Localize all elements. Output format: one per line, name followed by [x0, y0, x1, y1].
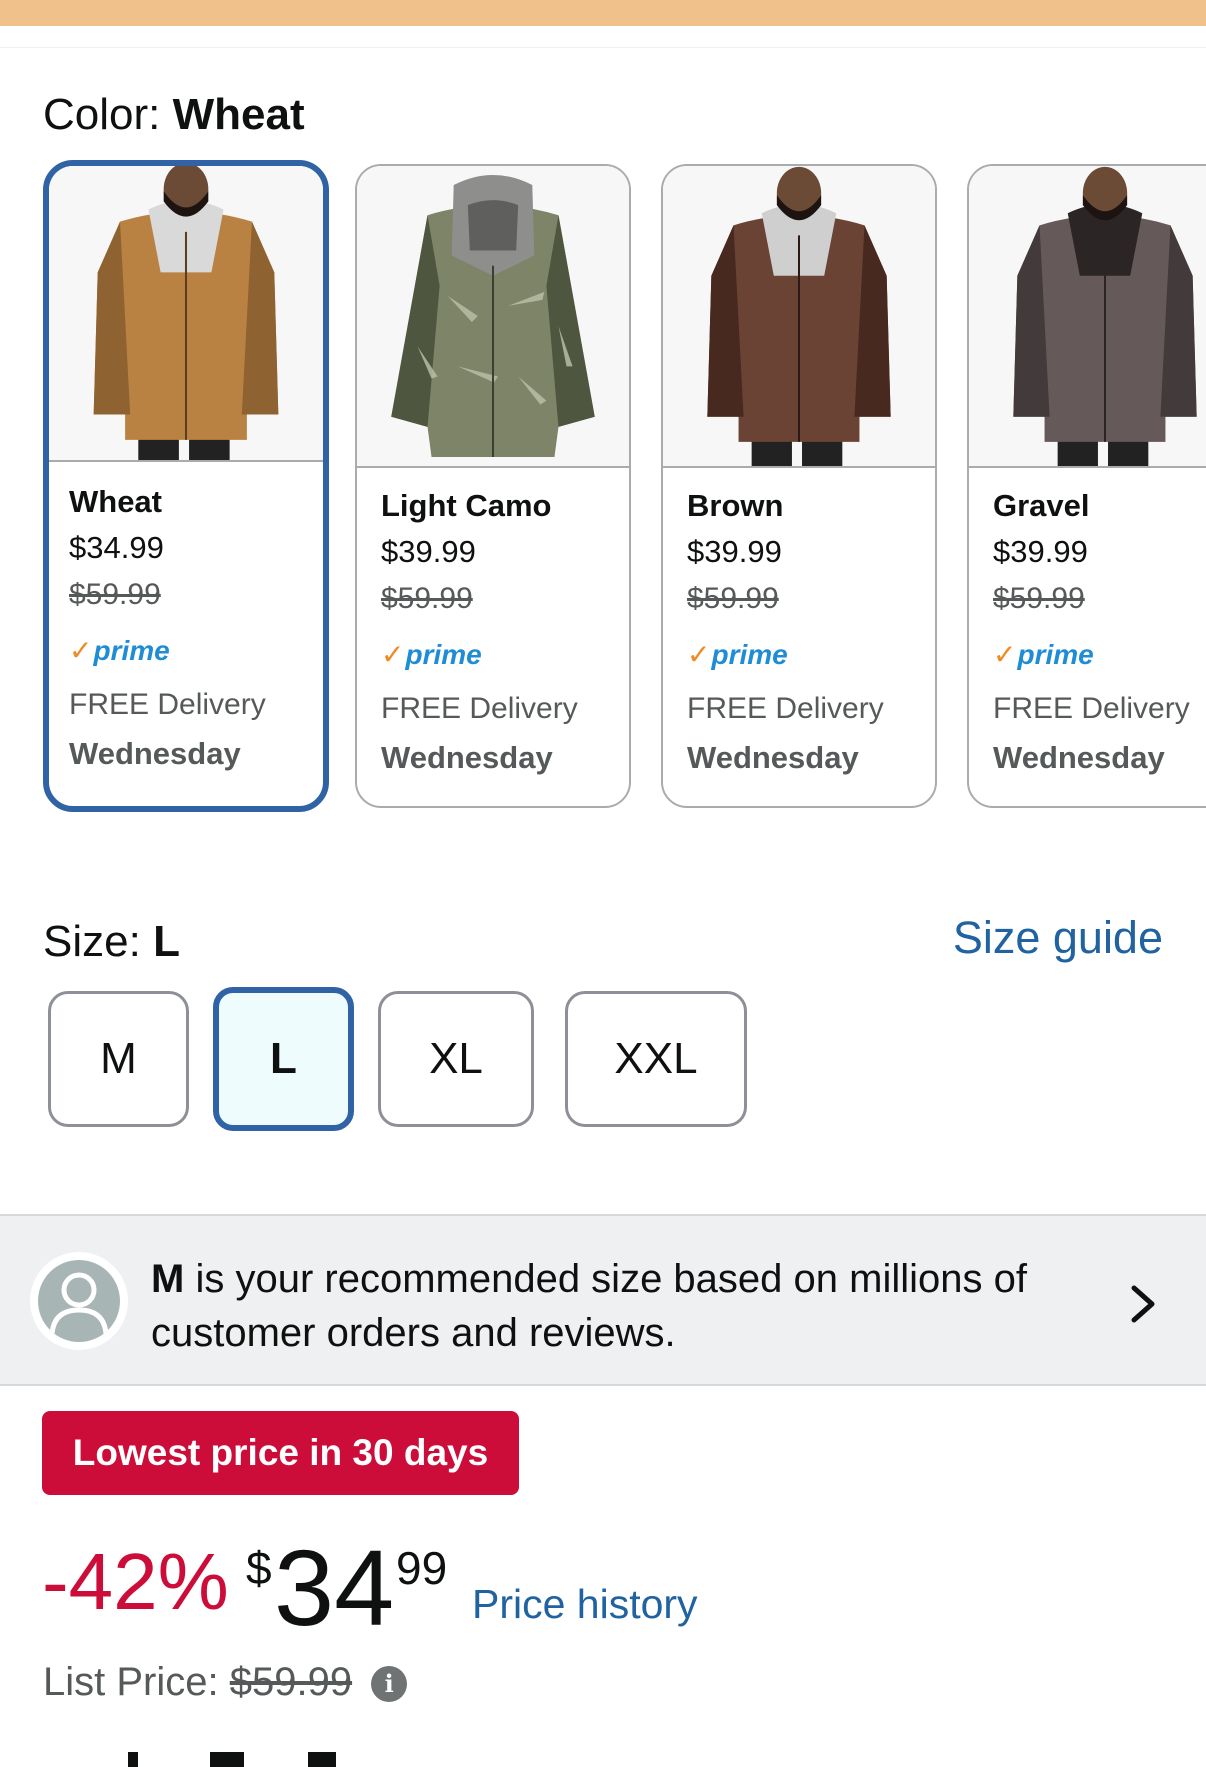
user-icon	[38, 1260, 120, 1342]
discount-percent: -42%	[42, 1537, 229, 1626]
swatch-delivery: FREE Delivery	[69, 688, 266, 721]
swatch-delivery: FREE Delivery	[993, 692, 1190, 725]
swatch-name: Light Camo	[381, 488, 552, 523]
size-option-l[interactable]: L	[213, 987, 354, 1131]
product-photo	[357, 166, 629, 468]
selected-size-value: L	[153, 917, 180, 966]
swatch-info: Light Camo $39.99 $59.99 ✓prime FREE Del…	[381, 488, 621, 776]
prime-badge: ✓prime	[69, 634, 315, 688]
jacket-illustration	[969, 166, 1206, 466]
recommendation-message: is your recommended size based on millio…	[151, 1257, 1027, 1355]
selected-color-value: Wheat	[172, 90, 305, 139]
swatch-info: Wheat $34.99 $59.99 ✓prime FREE Delivery…	[69, 484, 315, 772]
prime-badge: ✓prime	[993, 638, 1206, 692]
deal-badge: Lowest price in 30 days	[42, 1411, 519, 1495]
swatch-name: Gravel	[993, 488, 1090, 523]
chevron-right-icon[interactable]	[1122, 1276, 1166, 1332]
size-option-m[interactable]: M	[48, 991, 189, 1127]
prime-check-icon: ✓	[69, 635, 93, 666]
swatch-list-price: $59.99	[687, 582, 779, 615]
prime-label: prime	[711, 639, 788, 670]
swatch-delivery: FREE Delivery	[381, 692, 578, 725]
jacket-illustration	[663, 166, 935, 466]
swatch-delivery-day: Wednesday	[687, 740, 859, 775]
color-swatch-gravel[interactable]: Gravel $39.99 $59.99 ✓prime FREE Deliver…	[967, 164, 1206, 808]
prime-label: prime	[405, 639, 482, 670]
size-heading: Size: L	[43, 917, 180, 967]
jacket-illustration	[357, 166, 629, 466]
price-whole: 34	[274, 1527, 395, 1648]
avatar	[30, 1252, 128, 1350]
swatch-price: $39.99	[687, 534, 782, 569]
recommended-size: M	[151, 1257, 185, 1301]
swatch-delivery-day: Wednesday	[69, 736, 241, 771]
color-swatch-brown[interactable]: Brown $39.99 $59.99 ✓prime FREE Delivery…	[661, 164, 937, 808]
prime-check-icon: ✓	[993, 639, 1017, 670]
swatch-price: $34.99	[69, 530, 164, 565]
info-icon[interactable]: i	[371, 1666, 408, 1703]
prime-check-icon: ✓	[687, 639, 711, 670]
top-banner-strip	[0, 0, 1206, 26]
swatch-name: Wheat	[69, 484, 162, 519]
top-divider	[0, 26, 1206, 48]
prime-label: prime	[93, 635, 170, 666]
size-option-xxl[interactable]: XXL	[565, 991, 747, 1127]
swatch-list-price: $59.99	[381, 582, 473, 615]
color-swatch-row: Wheat $34.99 $59.99 ✓prime FREE Delivery…	[0, 160, 1206, 820]
product-photo	[49, 166, 323, 462]
color-swatch-wheat[interactable]: Wheat $34.99 $59.99 ✓prime FREE Delivery…	[43, 160, 329, 812]
swatch-info: Brown $39.99 $59.99 ✓prime FREE Delivery…	[687, 488, 927, 776]
swatch-info: Gravel $39.99 $59.99 ✓prime FREE Deliver…	[993, 488, 1206, 776]
swatch-name: Brown	[687, 488, 784, 523]
swatch-list-price: $59.99	[993, 582, 1085, 615]
swatch-list-price: $59.99	[69, 578, 161, 611]
list-price: List Price: $59.99 i	[43, 1660, 408, 1705]
clipped-text-fragment	[0, 1752, 1206, 1767]
size-recommendation-banner[interactable]: M is your recommended size based on mill…	[0, 1214, 1206, 1386]
swatch-price: $39.99	[381, 534, 476, 569]
product-photo	[969, 166, 1206, 468]
price-history-link[interactable]: Price history	[472, 1581, 698, 1628]
swatch-delivery-day: Wednesday	[381, 740, 553, 775]
prime-badge: ✓prime	[381, 638, 621, 692]
swatch-delivery: FREE Delivery	[687, 692, 884, 725]
size-guide-link[interactable]: Size guide	[953, 912, 1163, 964]
prime-badge: ✓prime	[687, 638, 927, 692]
list-price-value: $59.99	[229, 1660, 353, 1704]
prime-label: prime	[1017, 639, 1094, 670]
size-option-xl[interactable]: XL	[378, 991, 534, 1127]
jacket-illustration	[49, 166, 323, 460]
size-label: Size:	[43, 917, 141, 966]
price-currency: $	[246, 1542, 272, 1594]
recommendation-text: M is your recommended size based on mill…	[151, 1252, 1081, 1360]
list-price-label: List Price:	[43, 1660, 219, 1704]
product-photo	[663, 166, 935, 468]
color-heading: Color: Wheat	[43, 90, 305, 140]
swatch-delivery-day: Wednesday	[993, 740, 1165, 775]
prime-check-icon: ✓	[381, 639, 405, 670]
color-swatch-light-camo[interactable]: Light Camo $39.99 $59.99 ✓prime FREE Del…	[355, 164, 631, 808]
price-fraction: 99	[396, 1542, 448, 1594]
swatch-price: $39.99	[993, 534, 1088, 569]
color-label: Color:	[43, 90, 161, 139]
